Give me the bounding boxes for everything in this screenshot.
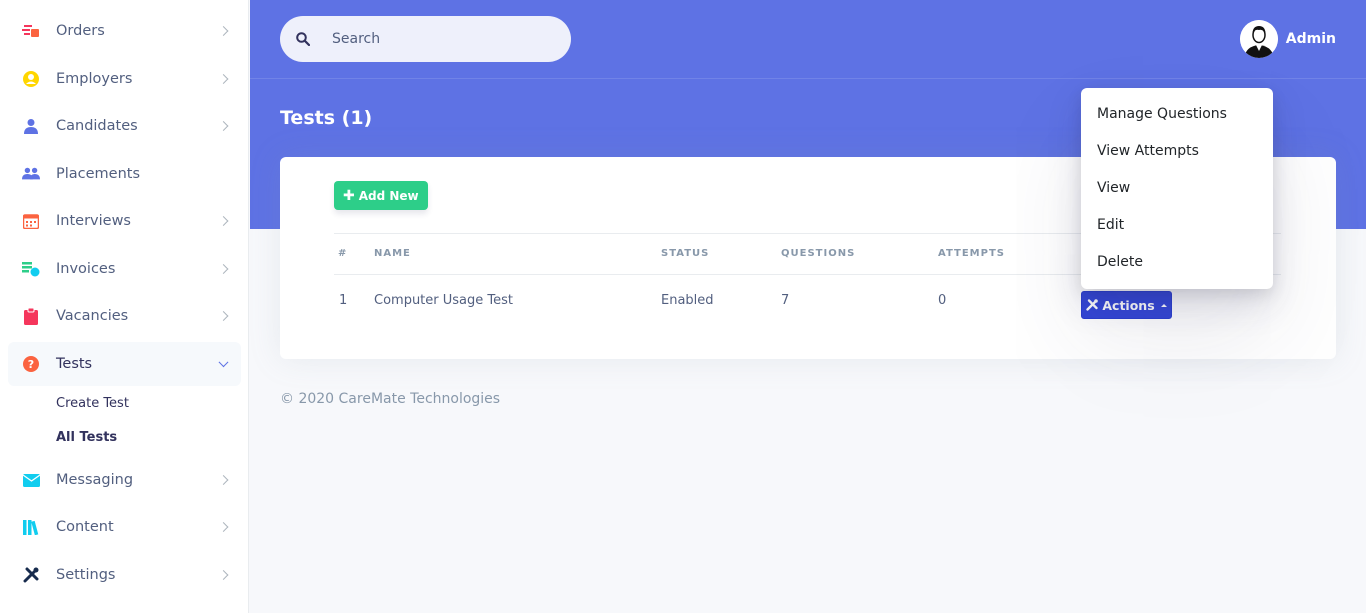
menu-item-view[interactable]: View [1097, 180, 1130, 196]
actions-button[interactable]: Actions [1081, 291, 1172, 319]
employers-icon [22, 70, 40, 88]
menu-item-edit[interactable]: Edit [1097, 217, 1124, 233]
chevron-right-icon [218, 121, 229, 131]
sidebar-item-label: Messaging [56, 472, 134, 488]
sidebar-item-tests[interactable]: ? Tests [8, 342, 241, 386]
cell-status: Enabled [661, 293, 714, 308]
actions-label: Actions [1102, 297, 1155, 313]
invoices-icon [22, 260, 40, 278]
search-input[interactable] [332, 16, 552, 62]
menu-item-delete[interactable]: Delete [1097, 254, 1143, 270]
cell-questions: 7 [781, 293, 790, 308]
sidebar-subitem-all-tests[interactable]: All Tests [56, 430, 117, 445]
chevron-right-icon [218, 475, 229, 485]
sidebar-item-vacancies[interactable]: Vacancies [8, 294, 241, 338]
column-header-attempts: Attempts [938, 248, 1005, 259]
user-name: Admin [1285, 31, 1336, 47]
sidebar: Orders Employers Candidates Placements I… [0, 0, 249, 613]
orders-icon [22, 22, 40, 40]
chevron-right-icon [218, 522, 229, 532]
chevron-right-icon [218, 216, 229, 226]
cell-name: Computer Usage Test [374, 293, 513, 308]
clipboard-icon [22, 307, 40, 325]
chevron-right-icon [218, 311, 229, 321]
calendar-icon [22, 212, 40, 230]
menu-item-view-attempts[interactable]: View Attempts [1097, 143, 1199, 159]
chevron-down-icon [218, 357, 229, 368]
header-divider [250, 78, 1366, 79]
sidebar-item-messaging[interactable]: Messaging [8, 458, 241, 502]
chevron-right-icon [218, 74, 229, 84]
user-menu[interactable]: Admin [1239, 20, 1336, 58]
sidebar-item-label: Invoices [56, 261, 116, 277]
books-icon [22, 518, 40, 536]
chevron-right-icon [218, 26, 229, 36]
candidates-icon [22, 117, 40, 135]
sidebar-item-content[interactable]: Content [8, 505, 241, 549]
sidebar-item-orders[interactable]: Orders [8, 9, 241, 53]
question-icon: ? [22, 355, 40, 373]
sidebar-item-placements[interactable]: Placements [8, 152, 241, 196]
column-header-status: Status [661, 248, 710, 259]
footer-copyright: © 2020 CareMate Technologies [280, 391, 501, 407]
placements-icon [22, 165, 40, 183]
sidebar-item-label: Settings [56, 567, 116, 583]
plus-icon: ✚ [343, 187, 355, 204]
sidebar-item-settings[interactable]: Settings [8, 553, 241, 597]
search-icon [296, 31, 311, 47]
chevron-right-icon [218, 570, 229, 580]
chevron-right-icon [218, 264, 229, 274]
column-header-questions: Questions [781, 248, 856, 259]
tools-icon [22, 566, 40, 584]
sidebar-item-label: Tests [56, 356, 93, 372]
tools-icon [1086, 299, 1099, 311]
svg-text:?: ? [28, 358, 34, 371]
caret-up-icon [1160, 303, 1167, 307]
envelope-icon [22, 471, 40, 489]
actions-dropdown-menu: Manage Questions View Attempts View Edit… [1081, 88, 1273, 289]
sidebar-item-label: Vacancies [56, 308, 129, 324]
sidebar-item-interviews[interactable]: Interviews [8, 199, 241, 243]
sidebar-item-label: Placements [56, 166, 141, 182]
add-new-label: Add New [358, 188, 419, 203]
avatar [1239, 20, 1278, 58]
cell-number: 1 [339, 293, 348, 308]
page-title: Tests (1) [280, 107, 373, 129]
sidebar-item-employers[interactable]: Employers [8, 57, 241, 101]
sidebar-item-label: Content [56, 519, 114, 535]
column-header-name: Name [374, 248, 411, 259]
sidebar-item-label: Orders [56, 23, 105, 39]
column-header-number: # [338, 248, 348, 259]
menu-item-manage-questions[interactable]: Manage Questions [1097, 106, 1227, 122]
sidebar-subitem-create-test[interactable]: Create Test [56, 396, 129, 411]
sidebar-item-label: Interviews [56, 213, 131, 229]
sidebar-item-label: Candidates [56, 118, 138, 134]
search-bar[interactable] [280, 16, 571, 62]
cell-attempts: 0 [938, 293, 947, 308]
add-new-button[interactable]: ✚ Add New [334, 181, 428, 210]
sidebar-item-candidates[interactable]: Candidates [8, 104, 241, 148]
sidebar-item-invoices[interactable]: Invoices [8, 247, 241, 291]
sidebar-item-label: Employers [56, 71, 133, 87]
